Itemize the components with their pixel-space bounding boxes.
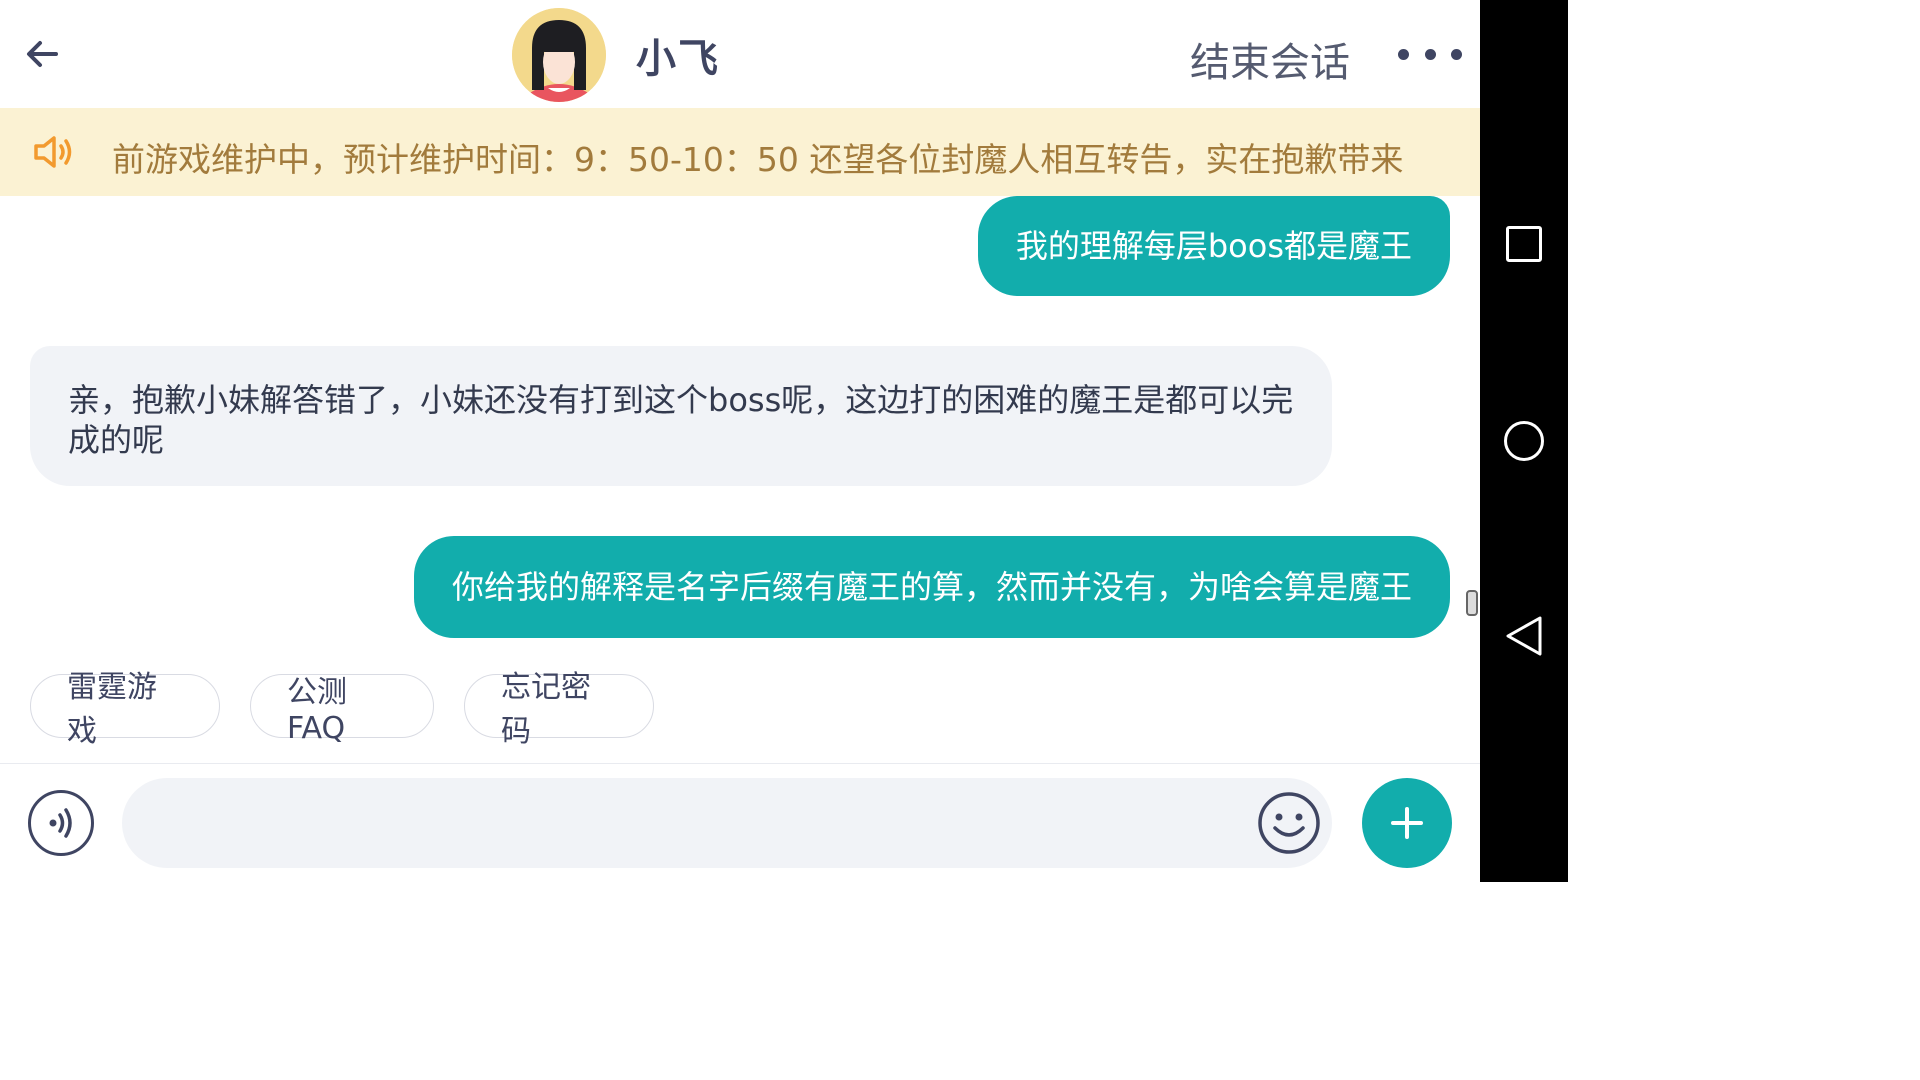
- quick-reply-chip[interactable]: 雷霆游戏: [30, 670, 220, 749]
- emoji-icon[interactable]: [1256, 790, 1322, 856]
- agent-name: 小飞: [636, 36, 720, 82]
- quick-replies: 雷霆游戏 公测FAQ 忘记密码: [30, 670, 654, 749]
- back-button[interactable]: [18, 30, 66, 78]
- user-message: 我的理解每层boos都是魔王: [977, 196, 1450, 296]
- dot: [1451, 48, 1462, 60]
- chat-screen: 小飞 结束会话 前游戏维护中，预计维护时间：9：50-10：50 还望各位封魔人…: [0, 0, 1568, 882]
- speaker-icon: [34, 136, 72, 168]
- agent-message: 亲，抱歉小妹解答错了，小妹还没有打到这个boss呢，这边打的困难的魔王是都可以完…: [30, 346, 1332, 486]
- announcement-text: 前游戏维护中，预计维护时间：9：50-10：50 还望各位封魔人相互转告，实在抱…: [112, 140, 1404, 179]
- plus-icon: [1391, 807, 1423, 839]
- system-nav-bar: [1480, 0, 1568, 882]
- quick-reply-chip[interactable]: 忘记密码: [464, 670, 654, 749]
- nav-home-icon[interactable]: [1504, 421, 1544, 461]
- voice-icon: [49, 808, 72, 838]
- header: 小飞 结束会话: [0, 0, 1480, 108]
- announcement-bar: 前游戏维护中，预计维护时间：9：50-10：50 还望各位封魔人相互转告，实在抱…: [0, 108, 1480, 196]
- voice-input-button[interactable]: [28, 790, 94, 856]
- user-message: 你给我的解释是名字后缀有魔王的算，然而并没有，为啥会算是魔王: [413, 536, 1450, 638]
- avatar-image: [512, 8, 606, 102]
- quick-reply-chip[interactable]: 公测FAQ: [250, 674, 434, 746]
- dot: [1424, 48, 1436, 60]
- nav-back-icon[interactable]: [1504, 614, 1544, 658]
- scrollbar-thumb[interactable]: [1466, 590, 1478, 616]
- end-session-button[interactable]: 结束会话: [1190, 30, 1350, 88]
- input-bar: [0, 764, 1480, 882]
- dot: [1398, 48, 1409, 60]
- add-attachment-button[interactable]: [1362, 778, 1452, 868]
- back-arrow-icon: [27, 41, 58, 67]
- agent-avatar[interactable]: [512, 8, 606, 102]
- nav-recent-icon[interactable]: [1506, 226, 1542, 262]
- more-dots-icon[interactable]: [1398, 34, 1462, 74]
- message-input[interactable]: [122, 778, 1332, 868]
